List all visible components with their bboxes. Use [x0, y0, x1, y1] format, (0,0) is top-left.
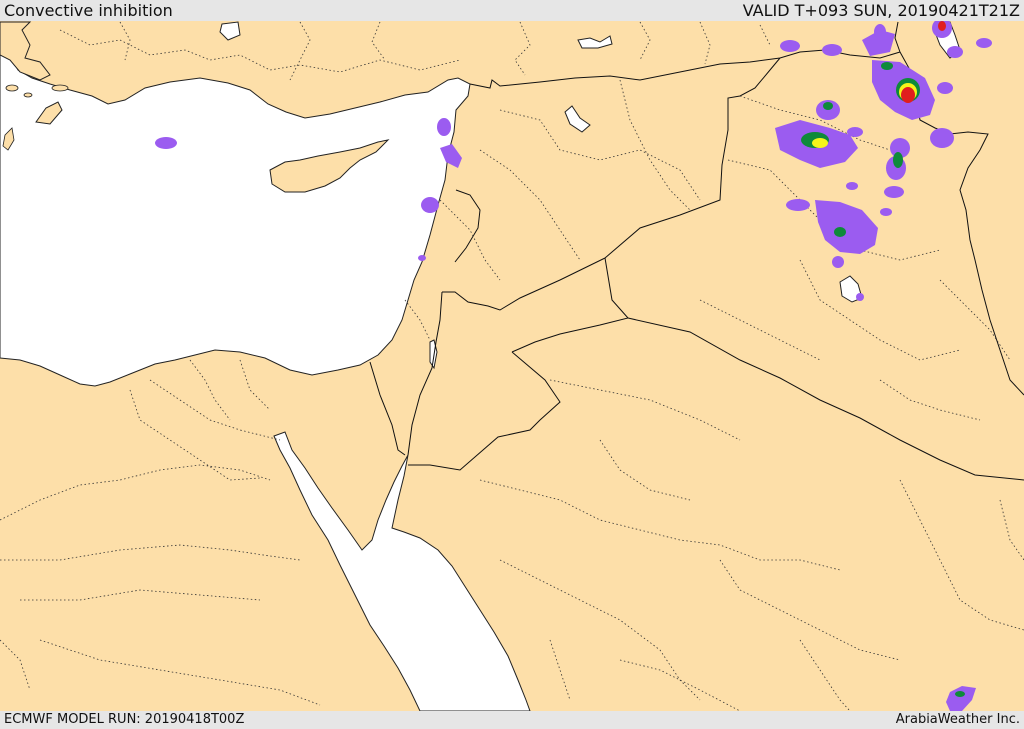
weather-map	[0, 21, 1024, 711]
cin-cell-24	[880, 208, 892, 216]
cin-cell-26	[832, 256, 844, 268]
cin-cell-2	[437, 118, 451, 136]
cin-green-3	[881, 62, 893, 70]
cin-yellow-1	[812, 138, 828, 148]
cin-cell-12	[947, 46, 963, 58]
cin-green-5	[893, 152, 903, 168]
cin-green-6	[823, 102, 833, 110]
small-island-1	[51, 84, 69, 92]
cin-cell-17	[847, 127, 863, 137]
cin-cell-21	[884, 186, 904, 198]
cin-cell-27	[856, 293, 864, 301]
cin-cell-7	[822, 44, 842, 56]
small-island-2	[5, 84, 19, 92]
valid-time: VALID T+093 SUN, 20190421T21Z	[742, 1, 1020, 20]
cin-red-1	[901, 87, 915, 103]
cin-cell-22	[846, 182, 858, 190]
map-title: Convective inhibition	[4, 1, 173, 20]
credit-text: ArabiaWeather Inc.	[895, 712, 1020, 727]
cin-cell-4	[421, 197, 439, 213]
cin-cell-18	[930, 128, 954, 148]
cin-cell-23	[786, 199, 810, 211]
cin-red-2	[938, 21, 946, 31]
cin-cell-13	[976, 38, 992, 48]
cin-cell-14	[937, 82, 953, 94]
cin-green-7	[955, 691, 965, 697]
model-run: ECMWF MODEL RUN: 20190418T00Z	[4, 712, 245, 727]
cin-cell-1	[155, 137, 177, 149]
title-bar: Convective inhibition VALID T+093 SUN, 2…	[0, 0, 1024, 21]
cin-cell-6	[780, 40, 800, 52]
cin-cell-9	[874, 24, 886, 40]
footer-bar: ECMWF MODEL RUN: 20190418T00Z ArabiaWeat…	[0, 711, 1024, 729]
cin-cell-5	[418, 255, 426, 261]
cin-green-4	[834, 227, 846, 237]
small-island-3	[23, 92, 33, 98]
